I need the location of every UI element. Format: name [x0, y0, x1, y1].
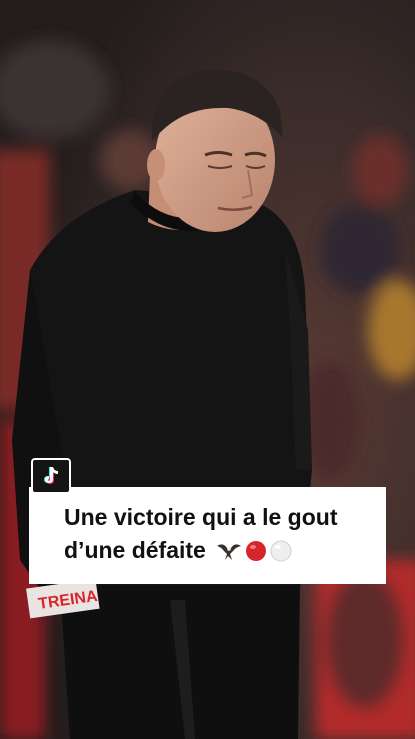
white-circle-icon [270, 540, 292, 562]
caption-line-2: d’une défaite [64, 534, 372, 567]
caption-line-2-text: d’une défaite [64, 537, 206, 563]
caption-card: Une victoire qui a le gout d’une défaite [29, 487, 386, 584]
tiktok-logo-badge [31, 458, 71, 494]
caption-line-1: Une victoire qui a le gout [64, 504, 338, 530]
photo-scene: TREINA [0, 0, 415, 739]
red-circle-icon [246, 541, 267, 561]
eagle-icon [217, 544, 242, 560]
caption-emojis [216, 540, 292, 562]
tiktok-icon [44, 467, 58, 484]
